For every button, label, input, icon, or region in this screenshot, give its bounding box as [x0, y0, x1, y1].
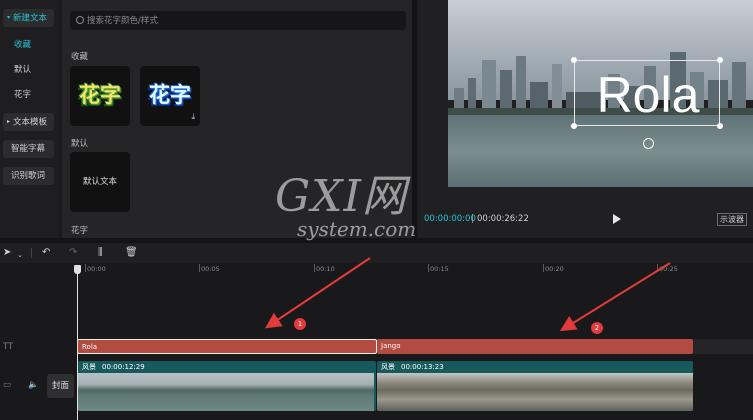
- search-placeholder: 搜索花字颜色/样式: [87, 16, 158, 26]
- timeline-toolbar: ➤ ⌄ ↶ ↷ ⫼ 🗑: [0, 243, 753, 263]
- video-clip-2-thumbnails: [377, 373, 693, 411]
- ruler-tick: 00:00: [85, 264, 106, 273]
- text-clip-rola[interactable]: Rola: [77, 339, 377, 354]
- caret-down-icon: ▾: [7, 14, 11, 21]
- nav-collect[interactable]: 收藏: [14, 36, 31, 54]
- resize-handle-tl[interactable]: [571, 57, 577, 63]
- annotation-badge-2: 2: [591, 322, 603, 334]
- section-fancy-title: 花字: [71, 226, 89, 236]
- text-track-empty: [693, 339, 753, 354]
- ruler-tick: 00:25: [657, 264, 678, 273]
- nav-default[interactable]: 默认: [14, 61, 31, 79]
- redo-icon[interactable]: ↷: [69, 247, 77, 259]
- fancy-card-2-text: 花字: [149, 83, 191, 107]
- cover-button[interactable]: 封面: [47, 374, 74, 398]
- video-clip-2-label: 风景 00:00:13:23: [381, 362, 444, 372]
- toolbar-separator: [31, 248, 32, 258]
- play-icon[interactable]: [613, 214, 621, 224]
- current-time: 00:00:00:00: [424, 214, 476, 224]
- thumbnail: [152, 373, 189, 411]
- resize-handle-br[interactable]: [717, 123, 723, 129]
- ruler-tick: 00:10: [314, 264, 335, 273]
- thumbnail: [226, 373, 263, 411]
- thumbnail: [115, 373, 152, 411]
- ruler-tick: 00:20: [543, 264, 564, 273]
- resize-handle-tr[interactable]: [717, 57, 723, 63]
- thumbnail: [377, 373, 414, 411]
- watermark-sub: system.com: [297, 217, 417, 241]
- select-cursor-icon[interactable]: ➤: [3, 247, 11, 259]
- thumbnail: [263, 373, 300, 411]
- search-input[interactable]: 搜索花字颜色/样式: [70, 11, 406, 30]
- left-nav: ▾ 新建文本 收藏 默认 花字 ▸ 文本模板 智能字幕 识别歌词: [0, 0, 58, 238]
- thumbnail: [189, 373, 226, 411]
- nav-text-template[interactable]: ▸ 文本模板: [3, 113, 54, 131]
- video-clip-2[interactable]: 风景 00:00:13:23: [377, 361, 693, 411]
- fancy-card-1[interactable]: 花字: [70, 66, 130, 126]
- thumbnail: [451, 373, 488, 411]
- timeline[interactable]: 00:00 00:05 00:10 00:15 00:20 00:25 TT R…: [0, 263, 753, 420]
- text-clip-jango[interactable]: Jango: [377, 339, 693, 354]
- thumbnail: [414, 373, 451, 411]
- delete-icon[interactable]: 🗑: [125, 247, 138, 259]
- ruler-tick: 00:05: [199, 264, 220, 273]
- video-clip-1[interactable]: 风景 00:00:12:29: [78, 361, 376, 411]
- split-icon[interactable]: ⫼: [98, 247, 103, 259]
- chevron-down-icon[interactable]: ⌄: [17, 249, 23, 261]
- overlay-text[interactable]: Rola: [575, 69, 721, 121]
- nav-smart-caption[interactable]: 智能字幕: [3, 140, 54, 158]
- download-icon[interactable]: ⤓: [191, 112, 195, 122]
- caret-right-icon: ▸: [7, 118, 11, 125]
- thumbnail: [525, 373, 562, 411]
- rotate-icon[interactable]: [643, 138, 654, 149]
- video-clip-1-label: 风景 00:00:12:29: [82, 362, 145, 372]
- watermark: GXI网 system.com: [275, 171, 417, 241]
- video-track-icon: ▭: [3, 380, 12, 390]
- resize-handle-bl[interactable]: [571, 123, 577, 129]
- thumbnail: [488, 373, 525, 411]
- video-preview[interactable]: Rola: [448, 0, 753, 187]
- section-collect-title: 收藏: [71, 52, 89, 62]
- search-icon: [76, 16, 84, 24]
- video-clip-2-name: 风景: [381, 363, 395, 371]
- text-track-icon: TT: [3, 342, 14, 352]
- default-text-card[interactable]: 默认文本: [70, 152, 130, 212]
- ratio-button[interactable]: 示波器: [717, 213, 747, 226]
- playhead-line[interactable]: [77, 266, 78, 420]
- time-ruler[interactable]: 00:00 00:05 00:10 00:15 00:20 00:25: [0, 263, 753, 277]
- nav-new-text-label: 新建文本: [13, 13, 48, 24]
- thumbnail: [300, 373, 337, 411]
- preview-panel: Rola 00:00:00:00 | 00:00:26:22 示波器: [418, 0, 753, 238]
- section-default-title: 默认: [71, 139, 89, 149]
- mute-icon[interactable]: 🔈: [28, 380, 39, 390]
- thumbnail: [78, 373, 115, 411]
- default-text-card-label: 默认文本: [82, 177, 117, 187]
- fancy-card-2[interactable]: 花字 ⤓: [140, 66, 200, 126]
- annotation-badge-1: 1: [294, 318, 306, 330]
- video-clip-1-duration: 00:00:12:29: [102, 363, 145, 371]
- thumbnail: [673, 373, 693, 411]
- thumbnail: [599, 373, 636, 411]
- thumbnail: [636, 373, 673, 411]
- undo-icon[interactable]: ↶: [42, 247, 50, 259]
- nav-lyrics[interactable]: 识别歌词: [3, 167, 54, 185]
- nav-new-text[interactable]: ▾ 新建文本: [3, 9, 54, 27]
- text-overlay-selection[interactable]: Rola: [571, 57, 723, 129]
- time-separator: |: [471, 214, 474, 224]
- thumbnail: [562, 373, 599, 411]
- nav-text-template-label: 文本模板: [13, 117, 48, 128]
- video-clip-1-name: 风景: [82, 363, 96, 371]
- total-time: 00:00:26:22: [477, 214, 529, 224]
- watermark-main: GXI网: [275, 171, 407, 222]
- playhead-handle[interactable]: [74, 265, 81, 274]
- video-clip-1-thumbnails: [78, 373, 376, 411]
- nav-fancy[interactable]: 花字: [14, 86, 31, 104]
- video-clip-2-duration: 00:00:13:23: [401, 363, 444, 371]
- ruler-tick: 00:15: [428, 264, 449, 273]
- thumbnail: [337, 373, 374, 411]
- fancy-card-1-text: 花字: [79, 83, 121, 107]
